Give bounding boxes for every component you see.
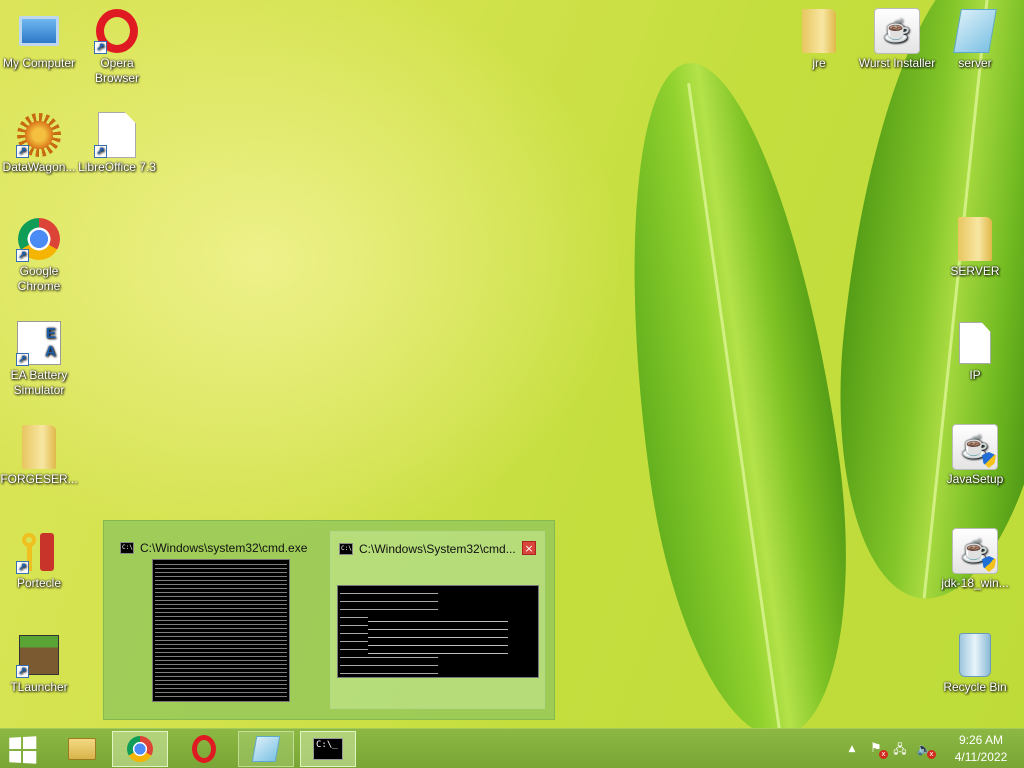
desktop-icon-label: My Computer [2,56,76,70]
computer-icon [16,8,62,54]
java-setup-icon: ☕ [952,528,998,574]
desktop-icon-label: Opera Browser [94,56,139,85]
taskbar-opera[interactable] [176,731,232,767]
desktop-icon-label: SERVER [950,264,1000,278]
opera-icon: ↗ [94,8,140,54]
shortcut-arrow-icon: ↗ [16,249,29,262]
system-clock[interactable]: 9:26 AM 4/11/2022 [944,732,1018,766]
desktop-icon-label: FORGESER... [0,472,78,486]
desktop-icon-opera-browser[interactable]: ↗ Opera Browser [78,8,156,86]
desktop-icon-ip[interactable]: IP [936,320,1014,383]
thumbnail-title: C:\ C:\Windows\system32\cmd.exe [120,539,307,557]
network-icon[interactable]: 🖧 [890,739,910,759]
folder-icon [16,424,62,470]
desktop-icon-label: server [958,56,992,70]
wallpaper-leaf-right [817,0,1024,610]
desktop-icon-label: IP [969,368,981,382]
taskbar: C:\_ ▲ ⚑ x 🖧 🔈 x 9:26 AM 4/11/2022 [0,728,1024,768]
desktop-icon-label: Google Chrome [17,264,61,293]
desktop-icon-label: Recycle Bin [943,680,1007,694]
desktop-icon-label: TLauncher [10,680,68,694]
command-prompt-icon: C:\_ [313,738,343,760]
thumbnail-cmd-window-2[interactable]: C:\ C:\Windows\System32\cmd... × [330,531,545,709]
thumbnail-cmd-window-1[interactable]: C:\ C:\Windows\system32\cmd.exe [112,531,326,709]
desktop-icon-label: LibreOffice 7.3 [78,160,156,174]
desktop-icon-my-computer[interactable]: My Computer [0,8,78,71]
shortcut-arrow-icon: ↗ [16,561,29,574]
desktop-icon-label: Portecle [16,576,62,590]
desktop-icon-tlauncher[interactable]: ↗ TLauncher [0,632,78,695]
java-icon: ☕ [874,8,920,54]
taskbar-chrome[interactable] [112,731,168,767]
tlauncher-icon: ↗ [16,632,62,678]
desktop-icon-libreoffice[interactable]: ↗ LibreOffice 7.3 [78,112,156,175]
shortcut-arrow-icon: ↗ [16,145,29,158]
desktop-icon-forgeserver[interactable]: FORGESER... [0,424,78,487]
clock-date: 4/11/2022 [954,750,1008,764]
java-setup-icon: ☕ [952,424,998,470]
command-prompt-icon: C:\ [120,542,134,554]
chrome-icon [127,736,153,762]
console-preview [152,559,290,702]
volume-muted-icon[interactable]: 🔈 x [914,739,936,759]
desktop-icon-label: EA Battery Simulator [10,368,68,397]
desktop-icon-portecle[interactable]: ↗ Portecle [0,528,78,591]
taskbar-thumbnail-preview: C:\ C:\Windows\system32\cmd.exe C:\ C:\W… [103,520,555,720]
desktop-icon-label: Wurst Installer [858,56,936,70]
show-hidden-icons-chevron-up-icon[interactable]: ▲ [842,739,862,759]
datawagon-icon: ↗ [16,112,62,158]
taskbar-file-explorer[interactable] [54,731,110,767]
desktop-icon-ea-battery-simulator[interactable]: E A ↗ EA Battery Simulator [0,320,78,398]
folder-icon [796,8,842,54]
clock-time: 9:26 AM [958,733,1004,747]
desktop-icon-javasetup[interactable]: ☕ JavaSetup [936,424,1014,487]
opera-icon [192,735,216,763]
text-file-icon [952,320,998,366]
shortcut-arrow-icon: ↗ [16,665,29,678]
wallpaper-leaf-left [593,50,877,750]
folder-icon [952,216,998,262]
desktop-icon-label: DataWagon... [2,160,76,174]
desktop-icon-server-folder[interactable]: SERVER [936,216,1014,279]
notepad-icon [251,736,281,762]
desktop-icon-server[interactable]: server [936,8,1014,71]
shortcut-arrow-icon: ↗ [94,145,107,158]
portecle-icon: ↗ [16,528,62,574]
desktop-icon-label: JavaSetup [946,472,1004,486]
system-tray: ▲ ⚑ x 🖧 🔈 x 9:26 AM 4/11/2022 [840,729,1024,768]
taskbar-notepad[interactable] [238,731,294,767]
console-preview [337,585,539,678]
desktop-icon-label: jre [812,56,826,70]
ea-battery-icon: E A ↗ [16,320,62,366]
taskbar-command-prompt[interactable]: C:\_ [300,731,356,767]
libreoffice-icon: ↗ [94,112,140,158]
close-icon[interactable]: × [522,541,536,555]
desktop-icon-recycle-bin[interactable]: Recycle Bin [936,632,1014,695]
shortcut-arrow-icon: ↗ [94,41,107,54]
windows-logo-icon [9,737,22,750]
thumbnail-title-text: C:\Windows\System32\cmd... [359,542,516,556]
start-button[interactable] [9,736,38,764]
notepad-icon [952,8,998,54]
desktop-icon-wurst-installer[interactable]: ☕ Wurst Installer [858,8,936,71]
thumbnail-title-text: C:\Windows\system32\cmd.exe [140,541,308,555]
shortcut-arrow-icon: ↗ [16,353,29,366]
recycle-bin-icon [952,632,998,678]
chrome-icon: ↗ [16,216,62,262]
command-prompt-icon: C:\ [339,543,353,555]
desktop-icon-datawagon[interactable]: ↗ DataWagon... [0,112,78,175]
desktop-icon-label: jdk-18_win... [941,576,1009,590]
action-center-flag-icon[interactable]: ⚑ x [866,739,888,759]
desktop-icon-jdk-18[interactable]: ☕ jdk-18_win... [936,528,1014,591]
desktop-icon-google-chrome[interactable]: ↗ Google Chrome [0,216,78,294]
thumbnail-title: C:\ C:\Windows\System32\cmd... [339,540,516,558]
desktop-icon-jre[interactable]: jre [780,8,858,71]
file-explorer-icon [68,738,96,760]
